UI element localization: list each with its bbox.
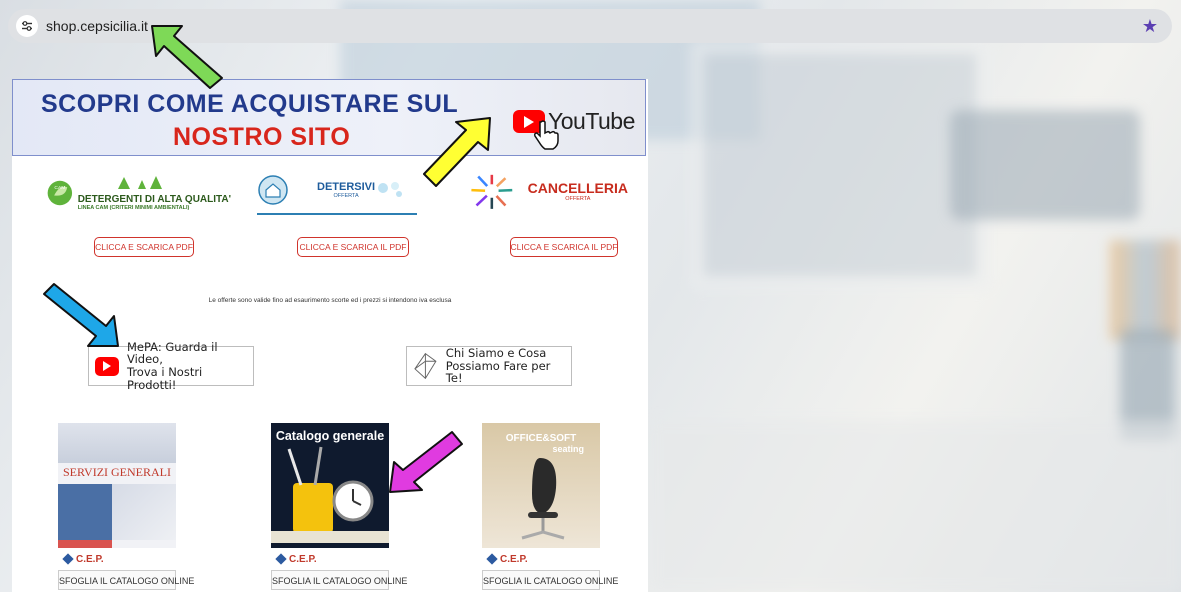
green-arrow-icon <box>151 25 223 89</box>
magenta-arrow-icon <box>389 431 463 493</box>
category-subtitle: LINEA CAM (CRITERI MINIMI AMBIENTALI) <box>77 205 190 211</box>
catalog-servizi-generali[interactable]: SERVIZI GENERALI C.E.P. SFOGLIA IL CATAL… <box>58 423 194 590</box>
banner-line-1: SCOPRI COME ACQUISTARE SUL <box>41 90 459 118</box>
youtube-banner[interactable]: SCOPRI COME ACQUISTARE SUL NOSTRO SITO Y… <box>12 79 646 156</box>
cep-brand-strip: C.E.P. <box>58 548 176 570</box>
category-title: CANCELLERIA <box>527 180 628 196</box>
category-title: DETERGENTI DI ALTA QUALITA' <box>77 194 231 205</box>
yellow-arrow-icon <box>423 117 491 187</box>
browse-catalog-link[interactable]: SFOGLIA IL CATALOGO ONLINE <box>58 570 194 590</box>
youtube-logo: YouTube <box>513 108 635 135</box>
download-pdf-button-detersivi[interactable]: CLICCA E SCARICA IL PDF <box>297 237 409 257</box>
background-monitor <box>690 40 990 290</box>
people-illustration <box>112 484 176 540</box>
banner-line-2: NOSTRO SITO <box>173 123 351 151</box>
mepa-video-button[interactable]: MePA: Guarda il Video, Trova i Nostri Pr… <box>88 340 254 391</box>
svg-text:CAM: CAM <box>54 185 65 191</box>
download-pdf-button-cancelleria[interactable]: CLICCA E SCARICA IL PDF <box>510 237 618 257</box>
category-subtitle: OFFERTA <box>565 196 591 202</box>
catalog-cover[interactable]: Catalogo generale C.E.P. <box>271 423 389 570</box>
mepa-video-line-2: Trova i Nostri Prodotti! <box>126 365 203 392</box>
blue-arrow-icon <box>43 283 119 347</box>
catalog-office-soft[interactable]: OFFICE&SOFT seating C.E.P. SFOGLIA IL CA… <box>482 423 618 590</box>
about-us-line-1: Chi Siamo e Cosa <box>445 346 547 361</box>
catalog-generale[interactable]: Catalogo generale C.E.P. SFOGLIA IL CATA… <box>271 423 407 590</box>
star-icon[interactable]: ★ <box>1142 17 1158 35</box>
background-device <box>950 110 1140 220</box>
about-us-line-2: Possiamo Fare per Te! <box>445 358 551 386</box>
mepa-video-line-1: MePA: Guarda il Video, <box>126 339 218 367</box>
url-text[interactable]: shop.cepsicilia.it <box>46 18 148 34</box>
category-title: DETERSIVI <box>317 181 376 193</box>
cover-title: Catalogo generale <box>275 429 385 443</box>
catalog-cover[interactable]: OFFICE&SOFT seating C.E.P. <box>482 423 600 570</box>
cam-leaf-icon: CAM <box>47 180 73 206</box>
bubbles-decoration <box>378 182 403 197</box>
stationery-clock-illustration <box>271 446 389 543</box>
browse-catalog-link[interactable]: SFOGLIA IL CATALOGO ONLINE <box>482 570 618 590</box>
cep-brand-strip: C.E.P. <box>271 548 389 570</box>
browse-catalog-link[interactable]: SFOGLIA IL CATALOGO ONLINE <box>271 570 407 590</box>
background-desk <box>650 420 1181 592</box>
cover-title: SERVIZI GENERALI <box>62 465 172 479</box>
youtube-wordmark: YouTube <box>548 108 635 134</box>
warehouse-illustration <box>58 423 176 463</box>
tune-icon[interactable] <box>16 15 38 37</box>
cover-subtitle: seating <box>552 444 584 454</box>
category-detergenti[interactable]: CAM DETERGENTI DI ALTA QUALITA' LINEA CA… <box>46 165 231 221</box>
background-pencils <box>1110 240 1180 340</box>
cover-title: OFFICE&SOFT <box>505 433 577 444</box>
category-detersivi[interactable]: DETERSIVI OFFERTA <box>257 167 417 215</box>
cover-blue-block <box>58 484 112 540</box>
hand-cursor-icon <box>534 120 559 150</box>
download-pdf-button-detergenti[interactable]: CLICCA E SCARICA PDF <box>94 237 194 257</box>
green-plants-decoration <box>117 176 162 189</box>
cep-brand-strip: C.E.P. <box>482 548 600 570</box>
youtube-play-icon <box>95 356 119 376</box>
office-chair-illustration <box>521 458 565 540</box>
house-icon <box>258 175 288 205</box>
about-us-button[interactable]: Chi Siamo e Cosa Possiamo Fare per Te! <box>406 346 572 386</box>
catalog-cover[interactable]: SERVIZI GENERALI C.E.P. <box>58 423 176 570</box>
category-subtitle: OFFERTA <box>333 193 359 199</box>
cube-outline-icon <box>414 352 437 380</box>
